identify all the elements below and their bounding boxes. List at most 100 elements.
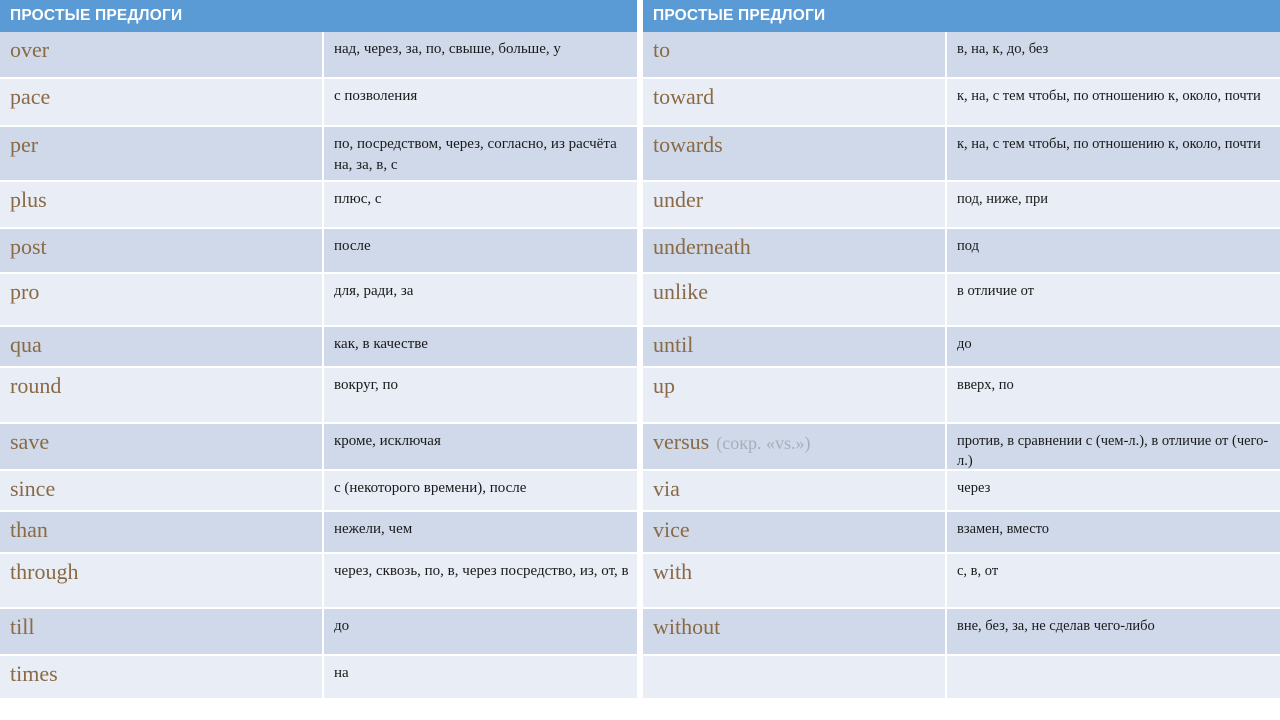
translation-text: до xyxy=(957,336,972,352)
preposition-word-cell: unlike xyxy=(643,274,945,325)
table-row: plus плюс, с xyxy=(0,182,637,229)
preposition-word-cell: post xyxy=(0,229,322,272)
preposition-word: qua xyxy=(10,332,42,357)
preposition-word: without xyxy=(653,614,721,639)
translation-text: по, посредством, через, согласно, из рас… xyxy=(334,136,617,173)
translation-text: над, через, за, по, свыше, больше, у xyxy=(334,41,561,57)
table-row: through через, сквозь, по, в, через посре… xyxy=(0,554,637,609)
translation-cell xyxy=(945,656,1280,698)
translation-cell: через, сквозь, по, в, через посредство, … xyxy=(322,554,637,607)
preposition-word-cell: than xyxy=(0,512,322,552)
translation-cell: на xyxy=(322,656,637,698)
preposition-word-cell: under xyxy=(643,182,945,227)
translation-cell: вокруг, по xyxy=(322,368,637,422)
preposition-word: since xyxy=(10,476,56,501)
table-row: without вне, без, за, не сделав чего-либо xyxy=(643,609,1280,656)
translation-text: до xyxy=(334,618,350,634)
translation-cell: взамен, вместо xyxy=(945,512,1280,552)
translation-cell: под, ниже, при xyxy=(945,182,1280,227)
preposition-word: toward xyxy=(653,84,715,109)
preposition-word-cell: via xyxy=(643,471,945,510)
translation-cell: вне, без, за, не сделав чего-либо xyxy=(945,609,1280,654)
translation-cell: нежели, чем xyxy=(322,512,637,552)
preposition-word-cell: save xyxy=(0,424,322,469)
table-row: via через xyxy=(643,471,1280,512)
translation-cell: в отличие от xyxy=(945,274,1280,325)
preposition-word-cell: until xyxy=(643,327,945,366)
preposition-word-cell: through xyxy=(0,554,322,607)
table-row: pace с позволения xyxy=(0,79,637,127)
preposition-word-cell: round xyxy=(0,368,322,422)
preposition-word: underneath xyxy=(653,234,751,259)
table-row: qua как, в качестве xyxy=(0,327,637,368)
table-row: towards к, на, с тем чтобы, по отношению … xyxy=(643,127,1280,182)
preposition-word-cell: toward xyxy=(643,79,945,125)
left-table-body: over над, через, за, по, свыше, больше, у… xyxy=(0,32,637,720)
preposition-word: plus xyxy=(10,187,47,212)
translation-text: после xyxy=(334,238,371,254)
preposition-word: over xyxy=(10,37,50,62)
translation-cell: через xyxy=(945,471,1280,510)
preposition-word-note: (сокр. «vs.») xyxy=(716,433,811,453)
translation-cell: кроме, исключая xyxy=(322,424,637,469)
table-row: per по, посредством, через, согласно, из … xyxy=(0,127,637,182)
translation-cell: над, через, за, по, свыше, больше, у xyxy=(322,32,637,77)
preposition-word: post xyxy=(10,234,47,259)
translation-text: через, сквозь, по, в, через посредство, … xyxy=(334,563,629,579)
translation-text: через xyxy=(957,480,991,496)
translation-cell: с позволения xyxy=(322,79,637,125)
translation-text: на xyxy=(334,665,349,681)
right-table-header-title: ПРОСТЫЕ ПРЕДЛОГИ xyxy=(653,7,826,24)
preposition-word: up xyxy=(653,373,675,398)
preposition-word: save xyxy=(10,429,50,454)
preposition-word: pace xyxy=(10,84,51,109)
translation-text: в отличие от xyxy=(957,283,1035,299)
table-row: up вверх, по xyxy=(643,368,1280,424)
translation-text: взамен, вместо xyxy=(957,521,1050,537)
translation-cell: с, в, от xyxy=(945,554,1280,607)
translation-cell: до xyxy=(945,327,1280,366)
left-preposition-table: ПРОСТЫЕ ПРЕДЛОГИ over над, через, за, по,… xyxy=(0,0,637,720)
table-row: pro для, ради, за xyxy=(0,274,637,327)
translation-text: плюс, с xyxy=(334,191,382,207)
preposition-word: to xyxy=(653,37,671,62)
preposition-word: versus xyxy=(653,429,710,454)
preposition-word-cell: since xyxy=(0,471,322,510)
preposition-word: times xyxy=(10,661,58,686)
translation-cell: после xyxy=(322,229,637,272)
translation-text: как, в качестве xyxy=(334,336,428,352)
translation-text: к, на, с тем чтобы, по отношению к, окол… xyxy=(957,136,1261,152)
preposition-word-cell: pace xyxy=(0,79,322,125)
translation-cell: с (некоторого времени), после xyxy=(322,471,637,510)
left-table-header-title: ПРОСТЫЕ ПРЕДЛОГИ xyxy=(10,7,183,24)
preposition-word-cell: up xyxy=(643,368,945,422)
translation-cell: для, ради, за xyxy=(322,274,637,325)
table-row: times на xyxy=(0,656,637,700)
preposition-word: unlike xyxy=(653,279,708,304)
right-table-body: to в, на, к, до, без toward к, на, с тем чт… xyxy=(643,32,1280,720)
preposition-word: than xyxy=(10,517,48,542)
translation-cell: в, на, к, до, без xyxy=(945,32,1280,77)
preposition-word: via xyxy=(653,476,680,501)
table-row: vice взамен, вместо xyxy=(643,512,1280,554)
translation-text: против, в сравнении с (чем-л.), в отличи… xyxy=(957,433,1269,469)
translation-text: с позволения xyxy=(334,88,418,104)
translation-text: с, в, от xyxy=(957,563,999,579)
preposition-word-cell: vice xyxy=(643,512,945,552)
table-row: post после xyxy=(0,229,637,274)
table-row: since с (некоторого времени), после xyxy=(0,471,637,512)
preposition-word-cell: with xyxy=(643,554,945,607)
table-row: round вокруг, по xyxy=(0,368,637,424)
translation-cell: к, на, с тем чтобы, по отношению к, окол… xyxy=(945,127,1280,180)
table-row: underneath под xyxy=(643,229,1280,274)
preposition-word-cell: underneath xyxy=(643,229,945,272)
preposition-word-cell: per xyxy=(0,127,322,180)
preposition-word-cell: plus xyxy=(0,182,322,227)
preposition-word: through xyxy=(10,559,79,584)
table-row: unlike в отличие от xyxy=(643,274,1280,327)
preposition-word-cell: times xyxy=(0,656,322,698)
translation-text: вокруг, по xyxy=(334,377,399,393)
table-row: to в, на, к, до, без xyxy=(643,32,1280,79)
preposition-word-cell: without xyxy=(643,609,945,654)
preposition-word-cell: pro xyxy=(0,274,322,325)
